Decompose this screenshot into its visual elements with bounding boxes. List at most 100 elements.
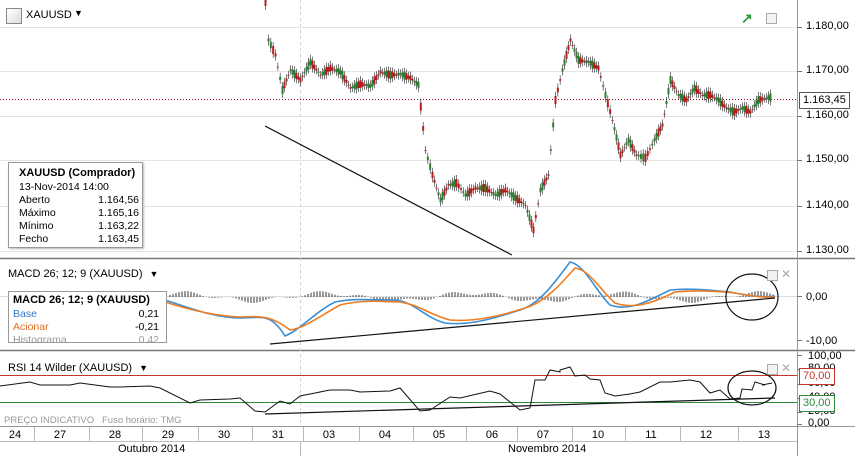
- rsi-highlight-ellipse: [727, 370, 777, 406]
- x-axis-day-label: 05: [432, 429, 446, 441]
- candle-body: [490, 192, 493, 194]
- candle-body: [524, 205, 527, 206]
- chevron-down-icon[interactable]: ▼: [150, 269, 159, 279]
- candle-body: [547, 174, 550, 176]
- rsi-30-tag: 30,00: [799, 395, 835, 412]
- candle-body: [561, 68, 564, 72]
- candle-body: [615, 134, 618, 141]
- candle-body: [697, 89, 700, 94]
- candle-body: [405, 73, 408, 80]
- candle-body: [279, 76, 282, 80]
- chevron-down-icon[interactable]: ▼: [139, 363, 148, 373]
- rsi-axis-100: 100,00: [808, 350, 842, 362]
- x-axis-day-label: 10: [591, 429, 605, 441]
- candle-body: [631, 144, 634, 151]
- candle-body: [617, 142, 620, 151]
- candle-body: [679, 93, 682, 99]
- x-axis-day-label: 04: [378, 429, 392, 441]
- x-axis-day-label: 30: [217, 429, 231, 441]
- macd-close-icon[interactable]: ✕: [781, 267, 791, 281]
- candle-body: [319, 75, 322, 76]
- candle-body: [715, 97, 718, 101]
- candle-body: [401, 72, 404, 78]
- macd-title[interactable]: MACD 26; 12; 9 (XAUUSD) ▼: [8, 268, 158, 280]
- candle-body: [377, 74, 380, 76]
- candle-body: [347, 84, 350, 86]
- candle-body: [445, 187, 448, 191]
- candle-body: [549, 149, 552, 151]
- rsi-close-icon[interactable]: ✕: [781, 361, 791, 375]
- candle-body: [289, 69, 292, 71]
- candle-body: [510, 192, 513, 198]
- candle-body: [399, 73, 402, 75]
- candle-body: [403, 71, 406, 80]
- candle-body: [264, 0, 267, 6]
- candle-body: [613, 127, 616, 131]
- candle-body: [556, 87, 559, 93]
- candle-body: [573, 48, 576, 52]
- candle-body: [606, 99, 609, 108]
- candle-body: [719, 98, 722, 106]
- candle-body: [321, 72, 324, 76]
- candle-body: [496, 191, 499, 197]
- candle-body: [657, 128, 660, 137]
- candle-body: [745, 106, 748, 114]
- candle-body: [759, 96, 762, 103]
- candle-body: [579, 57, 582, 64]
- candle-body: [761, 97, 764, 101]
- candle-body: [417, 81, 420, 89]
- candle-body: [488, 189, 491, 193]
- rsi-minimize-icon[interactable]: [767, 364, 778, 375]
- candle-body: [763, 98, 766, 100]
- candle-body: [504, 187, 507, 193]
- candle-body: [739, 108, 742, 110]
- x-axis-day-label: 29: [161, 429, 175, 441]
- candle-body: [291, 69, 294, 75]
- candle-body: [498, 189, 501, 197]
- candle-body: [339, 69, 342, 75]
- candle-body: [642, 153, 645, 162]
- candle-body: [539, 187, 542, 193]
- candle-body: [757, 96, 760, 104]
- candle-body: [353, 84, 356, 89]
- candle-body: [709, 91, 712, 99]
- price-axis-label: 1.170,00: [806, 64, 849, 76]
- candle-body: [470, 188, 473, 194]
- candle-body: [625, 142, 628, 146]
- candle-body: [721, 100, 724, 108]
- ohlc-info-box: XAUUSD (Comprador) 13-Nov-2014 14:00 Abe…: [8, 162, 143, 248]
- candle-body: [484, 184, 487, 192]
- candle-body: [281, 86, 284, 94]
- minimize-icon[interactable]: [766, 13, 777, 24]
- chevron-down-icon[interactable]: ▼: [74, 8, 83, 18]
- candle-body: [305, 66, 308, 72]
- rsi-title[interactable]: RSI 14 Wilder (XAUUSD) ▼: [8, 362, 148, 374]
- candle-body: [439, 197, 442, 203]
- rsi-axis-0: 0,00: [808, 417, 830, 429]
- candle-body: [415, 80, 418, 86]
- macd-minimize-icon[interactable]: [767, 270, 778, 281]
- candle-body: [627, 137, 630, 143]
- candle-body: [587, 61, 590, 63]
- candle-body: [508, 192, 511, 194]
- candle-body: [569, 38, 572, 42]
- trend-icon[interactable]: ↗: [741, 10, 753, 27]
- x-axis-day-label: 12: [699, 429, 713, 441]
- candle-body: [683, 95, 686, 102]
- candle-body: [335, 68, 338, 72]
- candle-body: [644, 154, 647, 162]
- candle-body: [369, 84, 372, 88]
- candle-body: [389, 71, 392, 79]
- candle-body: [593, 62, 596, 69]
- price-axis-label: 1.150,00: [806, 153, 849, 165]
- candle-body: [663, 113, 666, 115]
- candle-body: [585, 60, 588, 64]
- x-axis-day-label: 13: [757, 429, 771, 441]
- candle-body: [327, 67, 330, 72]
- candle-body: [532, 226, 535, 234]
- candle-body: [379, 70, 382, 74]
- candle-body: [422, 125, 425, 131]
- candle-body: [500, 188, 503, 196]
- rsi-70-tag: 70,00: [799, 368, 835, 385]
- symbol-label: XAUUSD: [26, 9, 72, 21]
